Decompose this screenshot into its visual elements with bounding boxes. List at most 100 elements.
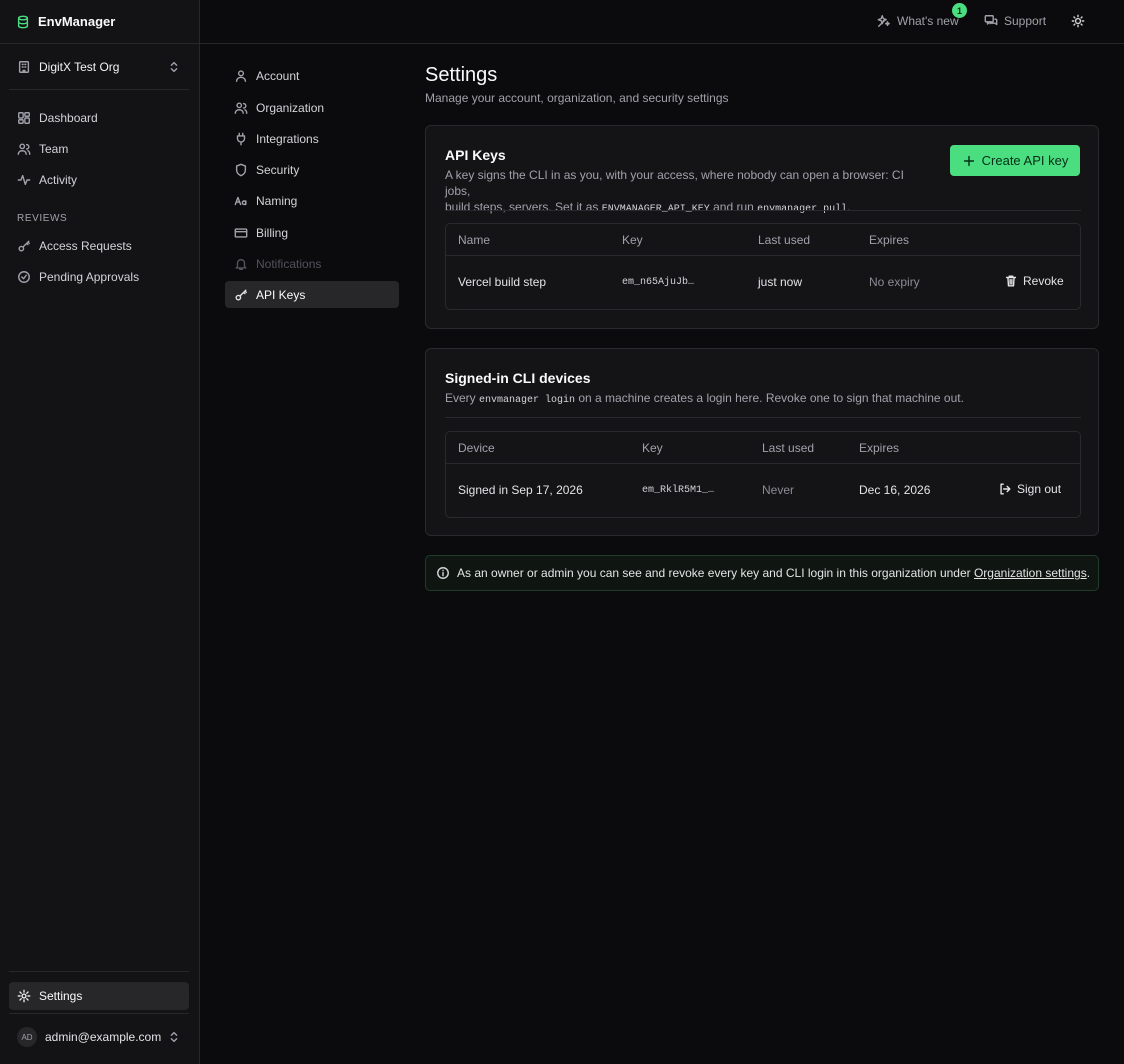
sidebar-item-label: Pending Approvals: [39, 270, 140, 284]
column-header: Last used: [758, 233, 811, 247]
column-header: Key: [622, 233, 643, 247]
divider: [445, 210, 1081, 211]
last-used: just now: [758, 275, 803, 289]
key-prefix: em_n65AjuJb…: [622, 277, 695, 288]
sun-icon: [1071, 14, 1085, 28]
divider: [9, 89, 189, 90]
theme-toggle-button[interactable]: [1071, 13, 1085, 29]
command-code: envmanager login: [479, 395, 576, 406]
expires: No expiry: [869, 275, 920, 289]
column-header: Expires: [869, 233, 910, 247]
cli-devices-card: Signed-in CLI devices Every envmanager l…: [425, 348, 1099, 536]
team-icon: [17, 142, 31, 156]
sidebar-item-label: Access Requests: [39, 239, 132, 253]
support-label: Support: [1004, 14, 1047, 28]
sidebar-item-access-requests[interactable]: Access Requests: [9, 232, 189, 260]
chevron-updown-icon: [167, 1030, 181, 1044]
org-name: DigitX Test Org: [39, 60, 120, 74]
last-used: Never: [762, 483, 795, 497]
desc-text: and run: [709, 200, 758, 214]
key-icon: [234, 288, 248, 302]
column-header: Key: [642, 441, 663, 455]
org-switcher[interactable]: DigitX Test Org: [9, 54, 189, 80]
sidebar-item-label: Team: [39, 142, 69, 156]
sidebar-item-label: Dashboard: [39, 111, 98, 125]
divider: [9, 971, 189, 972]
revoke-button[interactable]: Revoke: [1004, 274, 1064, 288]
settings-nav-api-keys[interactable]: API Keys: [225, 281, 399, 308]
settings-nav-account[interactable]: Account: [225, 62, 399, 89]
settings-nav-security[interactable]: Security: [225, 156, 399, 183]
support-button[interactable]: Support: [984, 13, 1046, 29]
column-header: Expires: [859, 441, 900, 455]
table-header: Name Key Last used Expires: [446, 224, 1080, 256]
settings-nav-integrations[interactable]: Integrations: [225, 125, 399, 152]
desc-text: build steps, servers. Set it as: [445, 200, 602, 214]
page-subtitle: Manage your account, organization, and s…: [425, 91, 729, 105]
sidebar-item-label: Activity: [39, 173, 78, 187]
settings-nav-billing[interactable]: Billing: [225, 219, 399, 246]
sparkles-icon: [877, 14, 891, 28]
settings-nav-label: Notifications: [256, 256, 322, 271]
desc-text: Every: [445, 391, 480, 405]
table-row: Signed in Sep 17, 2026 em_RklR5M1_… Neve…: [446, 464, 1080, 517]
sidebar-item-activity[interactable]: Activity: [9, 166, 189, 194]
naming-icon: [234, 194, 248, 208]
card-description: Every envmanager login on a machine crea…: [445, 390, 1065, 409]
column-header: Last used: [762, 441, 815, 455]
settings-nav-organization[interactable]: Organization: [225, 94, 399, 121]
key-prefix: em_RklR5M1_…: [642, 485, 715, 496]
desc-line: build steps, servers. Set it as ENVMANAG…: [445, 199, 925, 218]
expires: Dec 16, 2026: [859, 483, 931, 497]
settings-nav-label: Billing: [256, 225, 289, 240]
revoke-label: Revoke: [1023, 274, 1064, 288]
sidebar-item-settings[interactable]: Settings: [9, 982, 189, 1010]
api-keys-table: Name Key Last used Expires Vercel build …: [445, 223, 1081, 310]
desc-text: .: [847, 200, 851, 214]
table-header: Device Key Last used Expires: [446, 432, 1080, 464]
plug-icon: [234, 132, 248, 146]
whats-new-label: What's new: [897, 14, 959, 28]
bell-icon: [234, 257, 248, 271]
whats-new-badge: 1: [952, 3, 967, 18]
trash-icon: [1004, 274, 1018, 288]
create-api-key-button[interactable]: Create API key: [950, 145, 1080, 176]
key-name: Vercel build step: [458, 275, 547, 289]
settings-nav-naming[interactable]: Naming: [225, 187, 399, 214]
settings-nav-label: Integrations: [256, 131, 319, 146]
card-title: Signed-in CLI devices: [445, 370, 591, 386]
user-icon: [234, 69, 248, 83]
brand[interactable]: EnvManager: [0, 0, 199, 44]
create-api-key-label: Create API key: [981, 153, 1069, 168]
settings-nav-label: Security: [256, 162, 300, 177]
sidebar-item-dashboard[interactable]: Dashboard: [9, 104, 189, 132]
user-email: admin@example.com: [45, 1030, 162, 1044]
desc-text: on a machine creates a login here. Revok…: [575, 391, 964, 405]
section-label-reviews: REVIEWS: [17, 213, 68, 224]
plus-icon: [962, 154, 976, 168]
api-keys-card: API Keys A key signs the CLI in as you, …: [425, 125, 1099, 329]
sign-out-button[interactable]: Sign out: [998, 482, 1061, 496]
sidebar: EnvManager DigitX Test Org Dashboard Tea…: [0, 0, 200, 1064]
divider: [445, 417, 1081, 418]
desc-line: A key signs the CLI in as you, with your…: [445, 168, 904, 198]
sidebar-item-team[interactable]: Team: [9, 135, 189, 163]
chevron-updown-icon: [167, 60, 181, 74]
users-icon: [234, 101, 248, 115]
user-menu[interactable]: AD admin@example.com: [9, 1023, 189, 1051]
settings-nav-label: Naming: [256, 193, 298, 208]
credit-card-icon: [234, 226, 248, 240]
avatar: AD: [17, 1027, 37, 1047]
column-header: Name: [458, 233, 491, 247]
cli-devices-table: Device Key Last used Expires Signed in S…: [445, 431, 1081, 518]
sidebar-item-pending-approvals[interactable]: Pending Approvals: [9, 263, 189, 291]
organization-settings-link[interactable]: Organization settings: [974, 566, 1087, 580]
whats-new-button[interactable]: What's new: [877, 13, 959, 29]
settings-nav-label: API Keys: [256, 287, 306, 302]
dashboard-icon: [17, 111, 31, 125]
page-title: Settings: [425, 64, 498, 86]
device-name: Signed in Sep 17, 2026: [458, 483, 583, 497]
check-circle-icon: [17, 270, 31, 284]
card-title: API Keys: [445, 147, 506, 163]
settings-nav-label: Account: [256, 68, 300, 83]
